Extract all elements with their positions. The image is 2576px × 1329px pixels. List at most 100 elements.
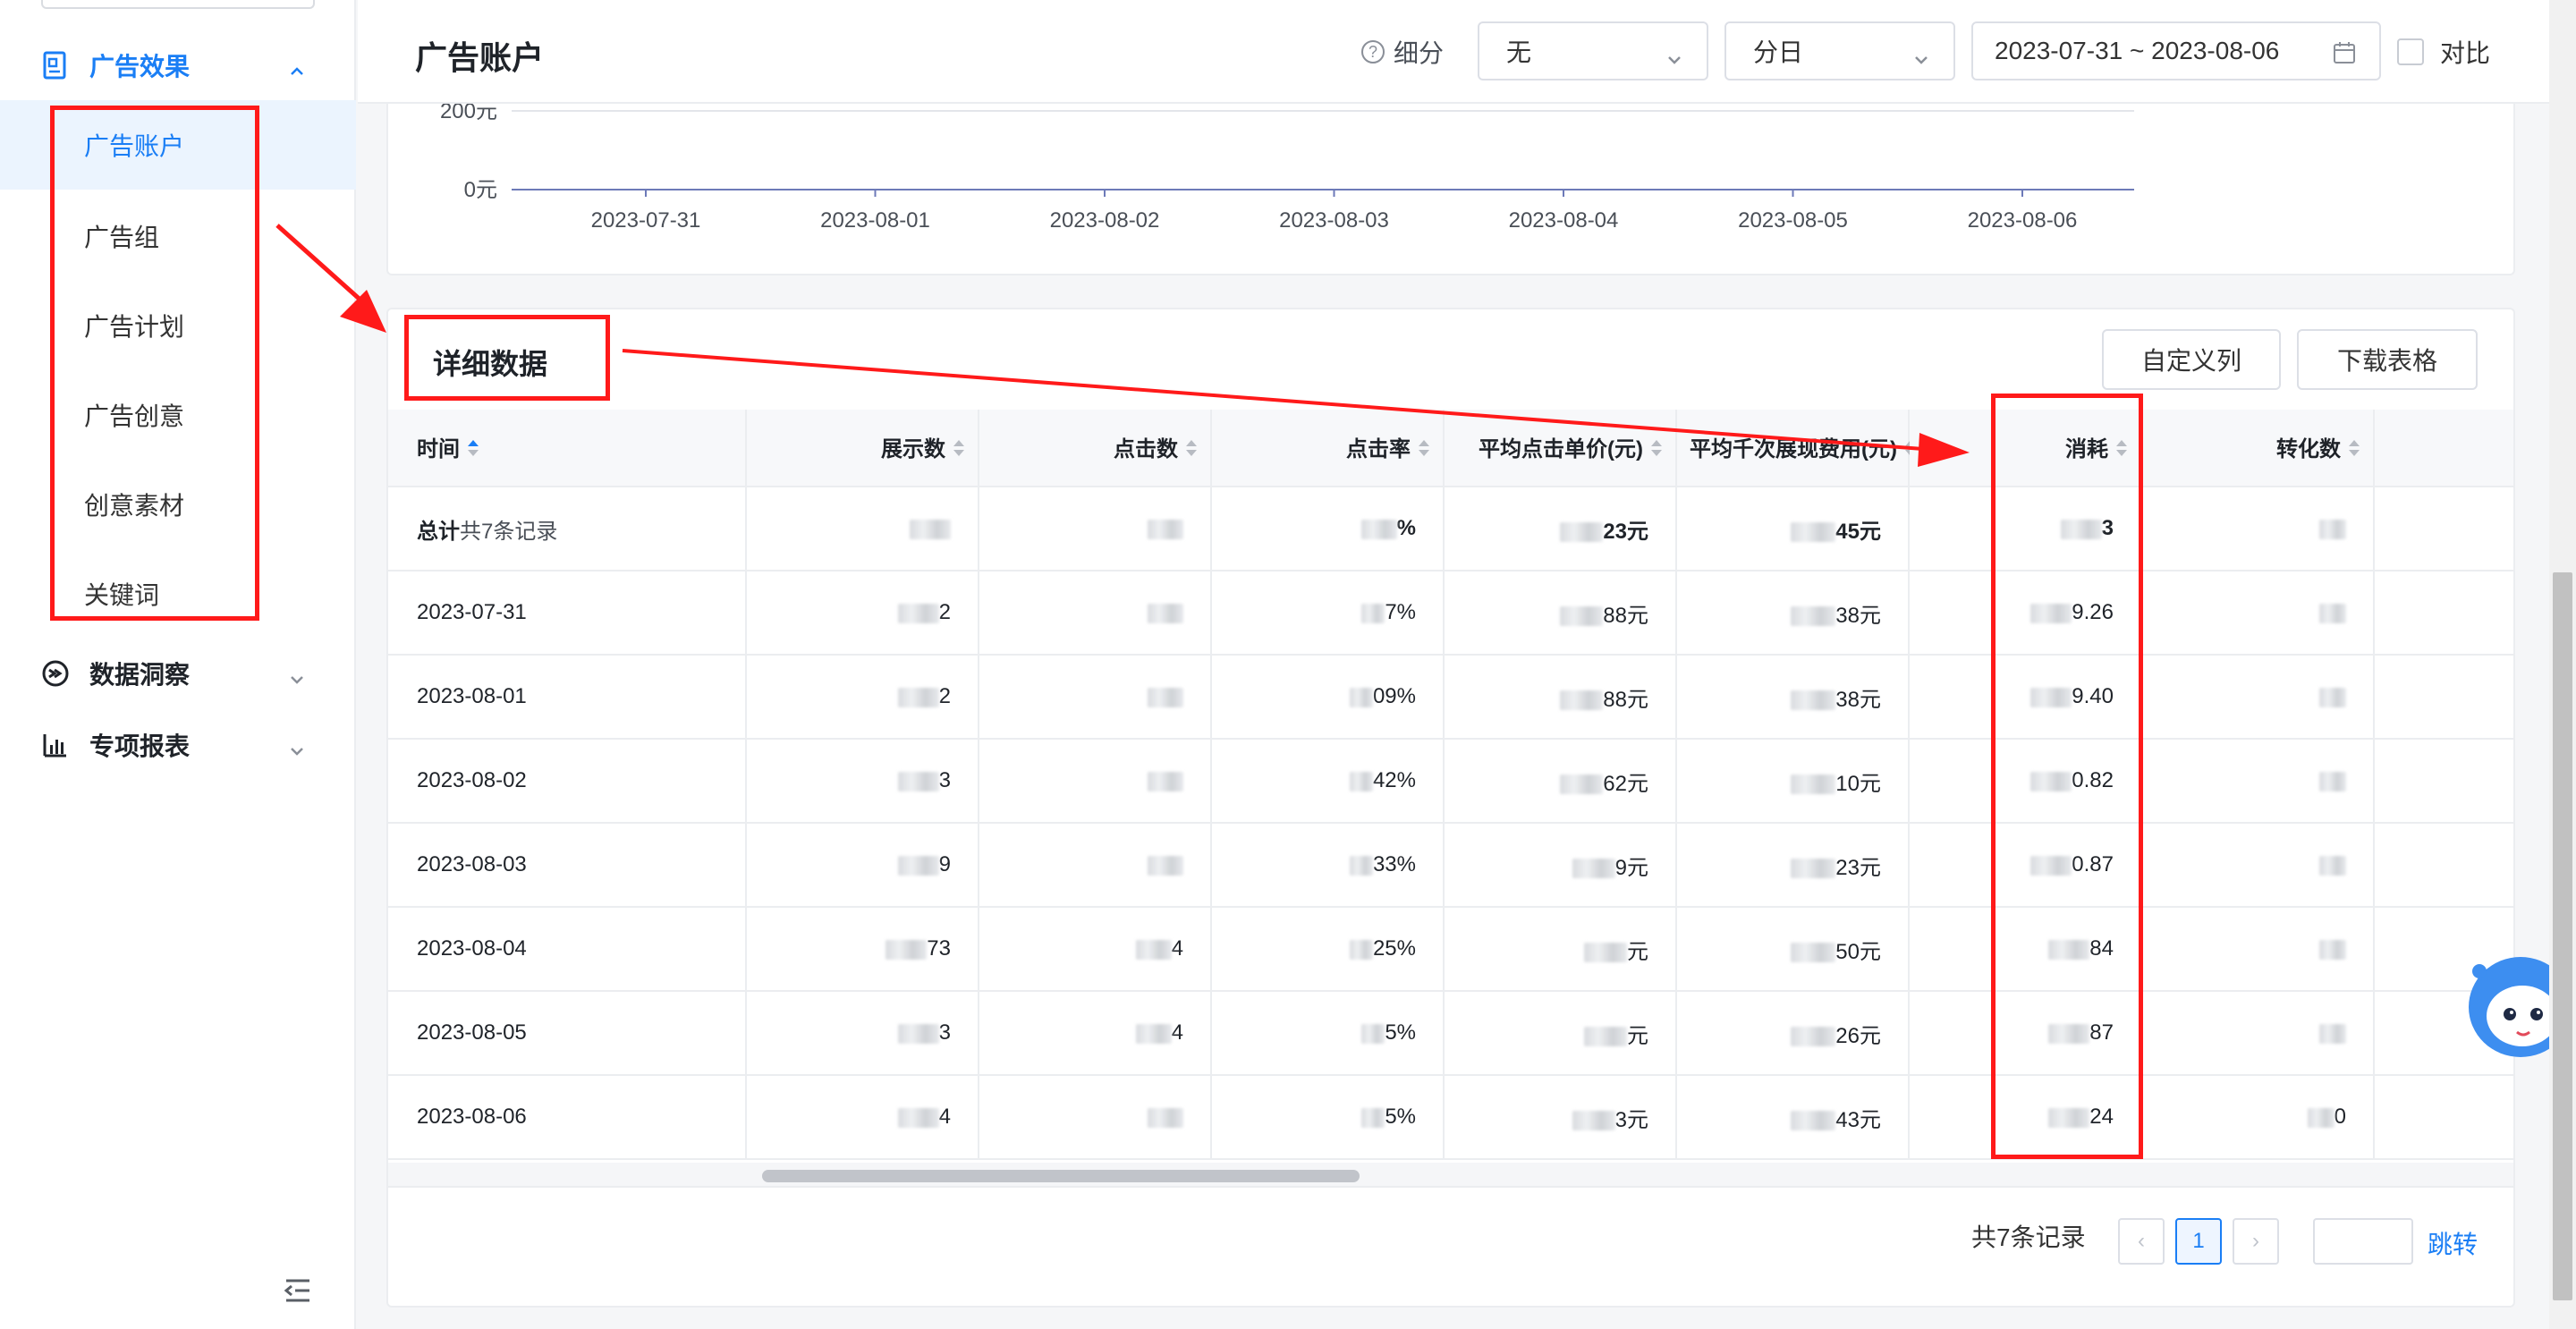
next-page-button[interactable]: ›: [2233, 1218, 2279, 1265]
assistant-mascot-icon[interactable]: [2465, 953, 2572, 1064]
menu-group-data-insight[interactable]: 数据洞察: [0, 644, 356, 703]
cell-value: 45元: [1835, 519, 1881, 544]
redacted-value: [897, 1107, 939, 1128]
redacted-value: [1349, 771, 1373, 791]
trend-chart: 200元 0元 2023-07-31 2023-08-01 2023-08-02 2023…: [440, 104, 2134, 233]
column-header-label: 时间: [417, 437, 460, 462]
customize-columns-button[interactable]: 自定义列: [2102, 329, 2281, 390]
column-header[interactable]: 转化数: [2141, 410, 2375, 487]
redacted-value: [1148, 519, 1183, 539]
table-cell: [2141, 991, 2375, 1076]
page-1-button[interactable]: 1: [2175, 1218, 2222, 1265]
table-cell: 88元: [1444, 571, 1677, 656]
column-header[interactable]: 平均转化: [2374, 410, 2513, 487]
sort-icon[interactable]: [1418, 438, 1430, 464]
x-tick-label: 2023-08-02: [1050, 208, 1160, 233]
sidebar-top-control[interactable]: [41, 0, 315, 9]
menu-group-ad-effect[interactable]: 广告效果: [0, 36, 356, 95]
sort-icon[interactable]: [467, 438, 479, 464]
menu-group-label: 广告效果: [89, 53, 191, 80]
cell-value: 4: [938, 1105, 951, 1129]
cell-value: 88元: [1603, 687, 1648, 712]
menu-group-special-report[interactable]: 专项报表: [0, 715, 356, 775]
table-cell: [2141, 487, 2375, 571]
column-header[interactable]: 展示数: [746, 410, 979, 487]
sort-icon[interactable]: [1185, 438, 1198, 464]
redacted-value: [2319, 855, 2346, 876]
table-cell: 9: [746, 823, 979, 908]
table-cell: [979, 655, 1212, 740]
horizontal-scrollbar[interactable]: [388, 1163, 2513, 1188]
detail-table-wrap: 时间展示数点击数点击率平均点击单价(元)平均千次展现费用(元)消耗转化数平均转化…: [388, 410, 2513, 1163]
date-cell: 2023-08-04: [388, 907, 747, 992]
cell-value: 10元: [1835, 771, 1881, 796]
redacted-value: [1584, 943, 1627, 963]
column-header-label: 点击率: [1346, 437, 1411, 462]
annotation-box-detail-title: [404, 315, 610, 401]
redacted-value: [1361, 603, 1385, 623]
column-header[interactable]: 平均千次展现费用(元): [1676, 410, 1916, 487]
prev-page-button[interactable]: ‹: [2118, 1218, 2165, 1265]
jump-page-link[interactable]: 跳转: [2428, 1225, 2478, 1261]
redacted-value: [1148, 687, 1183, 707]
x-tick-label: 2023-08-04: [1509, 208, 1619, 233]
x-tick-label: 2023-08-05: [1738, 208, 1848, 233]
detail-table: 时间展示数点击数点击率平均点击单价(元)平均千次展现费用(元)消耗转化数平均转化…: [388, 410, 2513, 1160]
cell-value: 33%: [1372, 852, 1416, 876]
table-cell: 23元: [1444, 487, 1677, 571]
sort-icon[interactable]: [2348, 438, 2360, 464]
redacted-value: [1791, 690, 1836, 711]
table-cell: 7%: [1211, 571, 1445, 656]
compare-toggle[interactable]: 对比: [2397, 34, 2490, 70]
sort-icon[interactable]: [953, 438, 965, 464]
column-header[interactable]: 点击率: [1211, 410, 1445, 487]
download-table-button[interactable]: 下载表格: [2297, 329, 2478, 390]
cell-value: 09%: [1372, 684, 1416, 708]
table-cell: 42%: [1211, 739, 1445, 824]
cell-value: 5%: [1385, 1105, 1416, 1129]
redacted-value: [1560, 690, 1604, 711]
redacted-value: [1791, 775, 1836, 795]
breakdown-select[interactable]: 无: [1478, 21, 1708, 80]
redacted-value: [910, 519, 951, 539]
table-cell: 62元: [1444, 739, 1677, 824]
table-cell: 3: [746, 739, 979, 824]
redacted-value: [2319, 1023, 2346, 1044]
table-cell: 1: [2374, 739, 2513, 824]
date-range-picker[interactable]: 2023-07-31 ~ 2023-08-06: [1971, 21, 2381, 80]
table-cell: [979, 571, 1212, 656]
redacted-value: [1148, 1107, 1183, 1128]
pagination-total: 共7条记录: [1971, 1223, 2086, 1251]
table-cell: 38元: [1676, 655, 1910, 740]
jump-page-input[interactable]: [2313, 1218, 2413, 1265]
horizontal-scroll-thumb[interactable]: [762, 1170, 1360, 1182]
table-cell: [2141, 655, 2375, 740]
cell-value: 9: [938, 852, 951, 876]
cell-value: 26元: [1835, 1023, 1881, 1048]
collapse-sidebar-icon[interactable]: [283, 1277, 313, 1304]
table-cell: 4: [979, 991, 1212, 1076]
redacted-value: [1791, 522, 1836, 543]
column-header[interactable]: 时间: [388, 410, 747, 487]
total-label-cell: 总计共7条记录: [388, 487, 747, 571]
compare-checkbox[interactable]: [2397, 38, 2424, 65]
column-header[interactable]: 点击数: [979, 410, 1212, 487]
redacted-value: [2319, 687, 2346, 707]
redacted-value: [1349, 939, 1373, 960]
cell-value: 50元: [1835, 939, 1881, 964]
page-vertical-scrollbar[interactable]: [2549, 0, 2576, 1329]
trend-chart-card: 200元 0元 2023-07-31 2023-08-01 2023-08-02 2023…: [386, 104, 2515, 275]
redacted-value: [1349, 687, 1373, 707]
help-icon[interactable]: ?: [1361, 40, 1385, 63]
detail-data-card: 详细数据 自定义列 下载表格 时间 展示数 点击数 点击率 平均点击单价(元) 平均千次展…: [386, 308, 2515, 1308]
sort-icon[interactable]: [1650, 438, 1663, 464]
page-scroll-thumb[interactable]: [2553, 572, 2572, 1300]
redacted-value: [1361, 1023, 1385, 1044]
granularity-select[interactable]: 分日: [1724, 21, 1955, 80]
redacted-value: [2319, 603, 2346, 623]
document-icon: [41, 51, 70, 80]
column-header[interactable]: 平均点击单价(元): [1444, 410, 1677, 487]
table-cell: 4: [979, 907, 1212, 992]
table-cell: 10元: [1676, 739, 1910, 824]
table-cell: 元: [1444, 991, 1677, 1076]
